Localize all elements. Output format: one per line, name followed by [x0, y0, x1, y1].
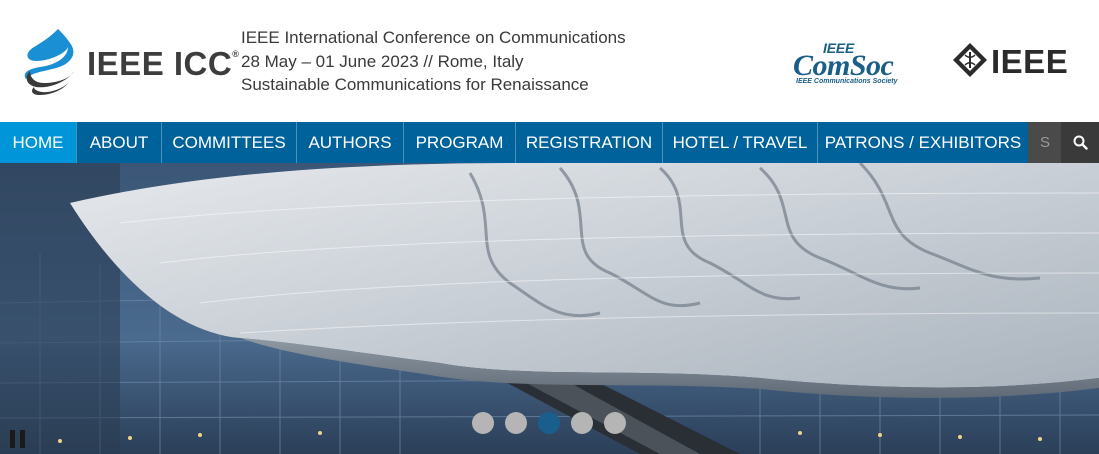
ieee-comsoc-logo[interactable]: IEEE ComSoc IEEE Communications Society [793, 40, 921, 90]
slider-dot-3[interactable] [538, 412, 560, 434]
slider-pagination [472, 412, 626, 434]
nav-home[interactable]: HOME [0, 122, 77, 163]
ieee-logo[interactable]: IEEE [952, 42, 1082, 80]
nav-patrons-exhibitors[interactable]: PATRONS / EXHIBITORS [818, 122, 1028, 163]
icc-swirl-icon [24, 29, 74, 95]
nav-program[interactable]: PROGRAM [404, 122, 516, 163]
nav-committees[interactable]: COMMITTEES [162, 122, 297, 163]
nav-registration[interactable]: REGISTRATION [516, 122, 663, 163]
slider-dot-5[interactable] [604, 412, 626, 434]
conference-theme: Sustainable Communications for Renaissan… [241, 75, 589, 94]
ieee-icc-logo[interactable]: IEEE ICC® [20, 27, 239, 97]
conference-dates-location: 28 May – 01 June 2023 // Rome, Italy [241, 51, 524, 71]
slider-dot-2[interactable] [505, 412, 527, 434]
nav-authors[interactable]: AUTHORS [297, 122, 404, 163]
pause-icon [10, 430, 15, 448]
search-button[interactable] [1061, 122, 1099, 163]
nav-about[interactable]: ABOUT [77, 122, 162, 163]
hero-slider [0, 163, 1099, 454]
pause-button[interactable] [10, 430, 26, 448]
slider-dot-4[interactable] [571, 412, 593, 434]
conference-name: IEEE International Conference on Communi… [241, 28, 626, 47]
search-input[interactable]: S [1028, 122, 1061, 163]
site-header: IEEE ICC® IEEE International Conference … [0, 0, 1099, 122]
ieee-diamond-icon [953, 43, 987, 77]
main-nav: HOME ABOUT COMMITTEES AUTHORS PROGRAM RE… [0, 122, 1099, 163]
conference-info: IEEE International Conference on Communi… [241, 26, 626, 97]
slider-dot-1[interactable] [472, 412, 494, 434]
search-area: S [1028, 122, 1099, 163]
hero-slide-image [0, 163, 1099, 454]
search-icon [1073, 135, 1088, 150]
nav-hotel-travel[interactable]: HOTEL / TRAVEL [663, 122, 818, 163]
